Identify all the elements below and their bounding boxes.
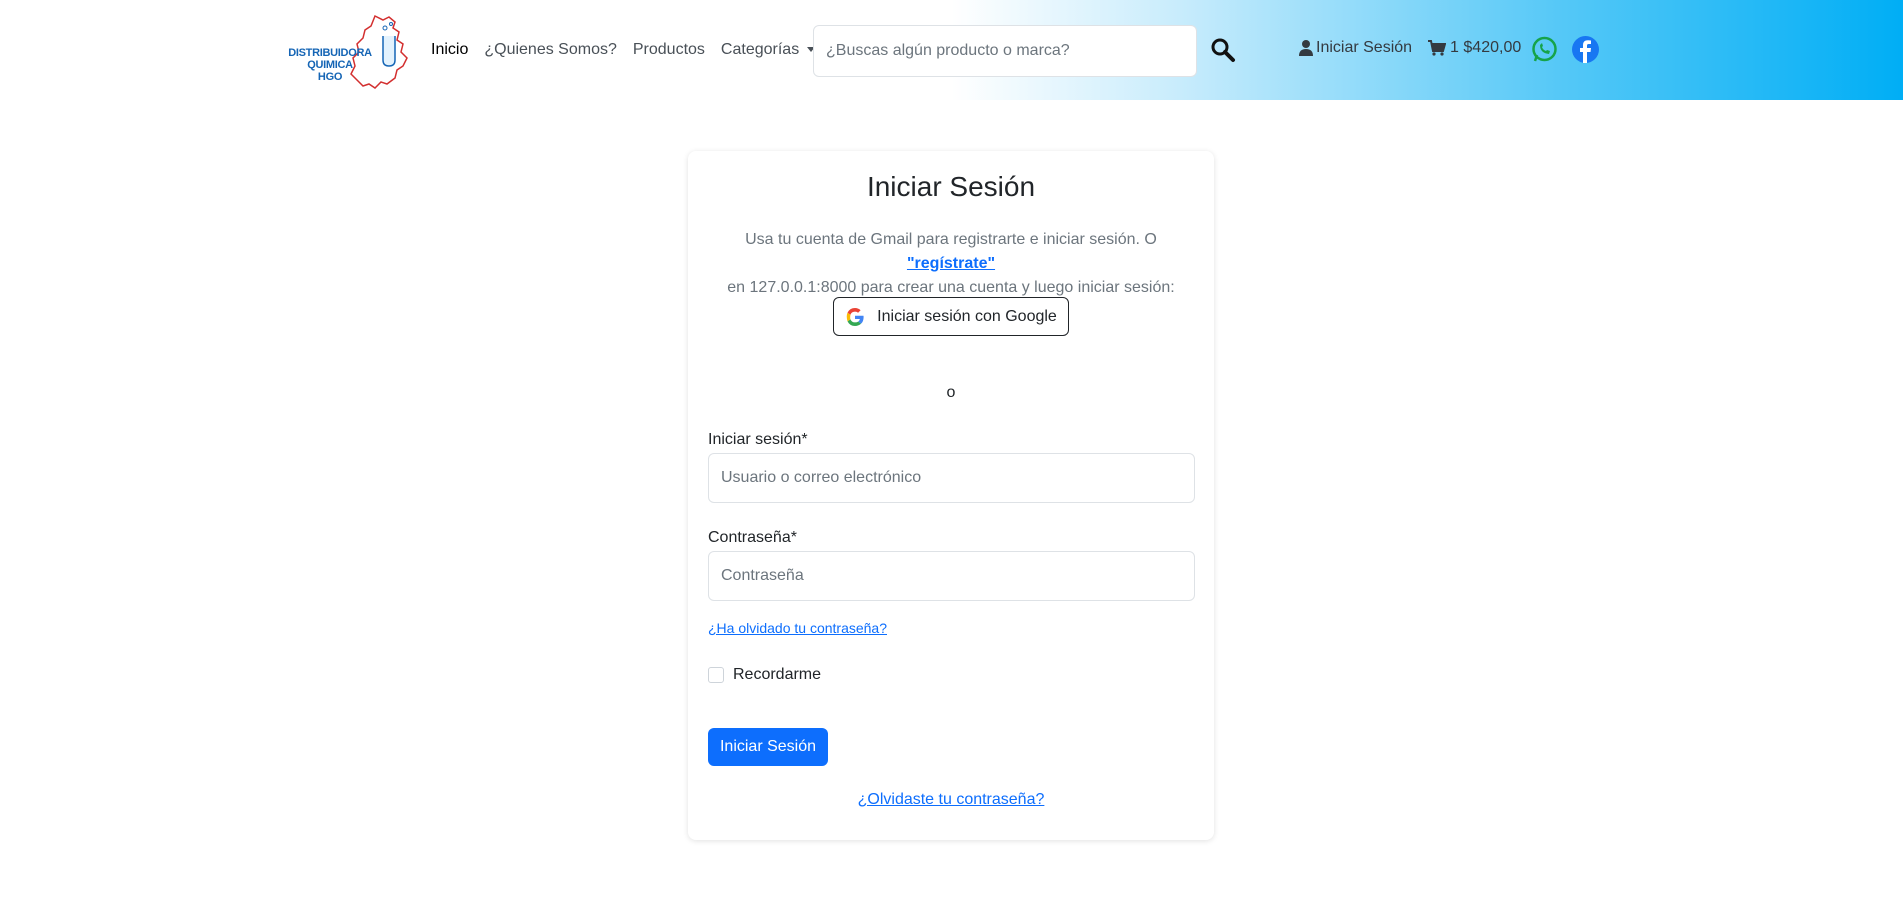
user-links: Iniciar Sesión 1 $420,00 bbox=[1299, 39, 1521, 57]
logo-text: DISTRIBUIDORA QUIMICA HGO bbox=[288, 47, 372, 83]
google-login-button[interactable]: Iniciar sesión con Google bbox=[833, 297, 1069, 336]
remember-checkbox[interactable] bbox=[708, 667, 724, 683]
search-input[interactable] bbox=[813, 25, 1197, 77]
register-link[interactable]: "regístrate" bbox=[907, 255, 995, 272]
nav-categorias-dropdown[interactable]: Categorías bbox=[721, 41, 816, 59]
user-icon bbox=[1299, 40, 1313, 56]
facebook-icon[interactable] bbox=[1572, 36, 1599, 63]
login-link[interactable]: Iniciar Sesión bbox=[1299, 39, 1412, 57]
forgot-password-link-small[interactable]: ¿Ha olvidado tu contraseña? bbox=[708, 620, 887, 636]
search-icon[interactable] bbox=[1210, 37, 1236, 63]
top-navbar: DISTRIBUIDORA QUIMICA HGO Inicio ¿Quiene… bbox=[0, 0, 1903, 100]
page-title: Iniciar Sesión bbox=[866, 171, 1036, 202]
nav-inicio[interactable]: Inicio bbox=[431, 41, 468, 59]
forgot-password-link[interactable]: ¿Olvidaste tu contraseña? bbox=[858, 791, 1045, 808]
forgot-password-container: ¿Olvidaste tu contraseña? bbox=[688, 791, 1214, 809]
whatsapp-icon[interactable] bbox=[1531, 36, 1558, 63]
login-card: Iniciar Sesión Usa tu cuenta de Gmail pa… bbox=[688, 151, 1214, 840]
nav-productos[interactable]: Productos bbox=[633, 41, 705, 59]
nav-quienes-somos[interactable]: ¿Quienes Somos? bbox=[484, 41, 617, 59]
login-description: Usa tu cuenta de Gmail para registrarte … bbox=[727, 231, 1175, 296]
cart-link[interactable]: 1 $420,00 bbox=[1428, 39, 1521, 57]
cart-icon bbox=[1428, 40, 1447, 56]
login-label: Iniciar sesión* bbox=[708, 431, 808, 448]
google-icon bbox=[846, 307, 864, 326]
password-label: Contraseña* bbox=[708, 529, 797, 546]
password-field[interactable] bbox=[708, 551, 1195, 601]
main-nav: Inicio ¿Quienes Somos? Productos Categor… bbox=[431, 41, 816, 59]
remember-me: Recordarme bbox=[708, 666, 821, 684]
login-submit-button[interactable]: Iniciar Sesión bbox=[708, 728, 828, 766]
or-divider: o bbox=[946, 384, 956, 401]
login-field[interactable] bbox=[708, 453, 1195, 503]
remember-label[interactable]: Recordarme bbox=[733, 666, 821, 684]
